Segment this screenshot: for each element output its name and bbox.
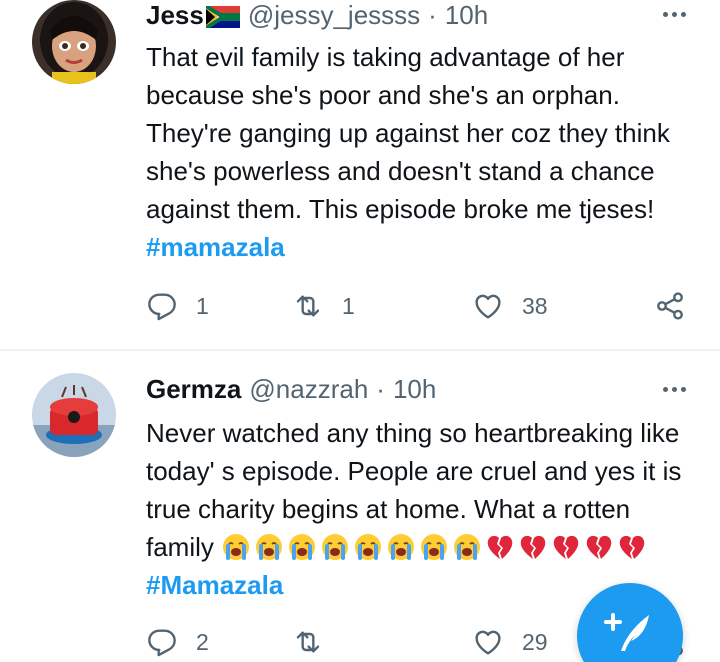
crying-face-emoji bbox=[320, 532, 350, 562]
broken-heart-emoji bbox=[617, 532, 647, 562]
hashtag-link[interactable]: #mamazala bbox=[146, 232, 285, 262]
separator-dot: · bbox=[428, 0, 437, 30]
crying-face-emoji bbox=[287, 532, 317, 562]
tweet-text: That evil family is taking advantage of … bbox=[146, 38, 691, 266]
tweet-text-content: That evil family is taking advantage of … bbox=[146, 42, 670, 224]
retweet-icon bbox=[296, 295, 320, 317]
more-icon[interactable] bbox=[663, 12, 686, 17]
crying-face-emoji bbox=[452, 532, 482, 562]
retweet-button[interactable]: 1 bbox=[292, 288, 355, 324]
like-button[interactable]: 38 bbox=[472, 288, 548, 324]
south-africa-flag-icon bbox=[204, 4, 242, 30]
reply-count: 1 bbox=[196, 292, 209, 319]
display-name[interactable]: Jess bbox=[146, 0, 204, 30]
like-icon bbox=[475, 630, 501, 655]
crying-face-emoji bbox=[386, 532, 416, 562]
tweet-actions: 1 1 38 bbox=[146, 288, 706, 324]
tweet-header: Germza @nazzrah · 10h bbox=[146, 374, 700, 404]
reply-button[interactable]: 1 bbox=[146, 288, 209, 324]
crying-face-emoji bbox=[254, 532, 284, 562]
retweet-count: 1 bbox=[342, 292, 355, 319]
avatar[interactable] bbox=[32, 0, 116, 84]
hashtag-link[interactable]: #Mamazala bbox=[146, 570, 283, 600]
broken-heart-emoji bbox=[518, 532, 548, 562]
compose-icon bbox=[604, 613, 649, 651]
reply-icon bbox=[148, 629, 176, 657]
timestamp[interactable]: 10h bbox=[445, 0, 488, 30]
separator-dot: · bbox=[376, 374, 385, 404]
broken-heart-emoji bbox=[485, 532, 515, 562]
emoji-sequence bbox=[221, 532, 650, 562]
tweet[interactable]: Jess @jessy_jessss · 10h That evil famil… bbox=[0, 0, 720, 350]
like-count: 29 bbox=[522, 628, 548, 655]
reply-button[interactable]: 2 bbox=[146, 624, 209, 660]
reply-icon bbox=[148, 293, 176, 321]
crying-face-emoji bbox=[419, 532, 449, 562]
share-icon bbox=[657, 292, 683, 320]
retweet-button[interactable] bbox=[292, 624, 342, 660]
crying-face-emoji bbox=[221, 532, 251, 562]
like-icon bbox=[475, 294, 501, 319]
share-button[interactable] bbox=[654, 288, 686, 324]
crying-face-emoji bbox=[353, 532, 383, 562]
reply-count: 2 bbox=[196, 628, 209, 655]
like-count: 38 bbox=[522, 292, 548, 319]
like-button[interactable]: 29 bbox=[472, 624, 548, 660]
user-handle[interactable]: @jessy_jessss bbox=[248, 0, 420, 30]
avatar[interactable] bbox=[32, 373, 116, 457]
tweet-header: Jess @jessy_jessss · 10h bbox=[146, 0, 700, 30]
display-name[interactable]: Germza bbox=[146, 374, 241, 404]
timestamp[interactable]: 10h bbox=[393, 374, 436, 404]
tweet-text: Never watched any thing so heartbreaking… bbox=[146, 414, 691, 604]
more-icon[interactable] bbox=[663, 387, 686, 392]
broken-heart-emoji bbox=[584, 532, 614, 562]
user-handle[interactable]: @nazzrah bbox=[249, 374, 368, 404]
retweet-icon bbox=[296, 631, 320, 653]
broken-heart-emoji bbox=[551, 532, 581, 562]
